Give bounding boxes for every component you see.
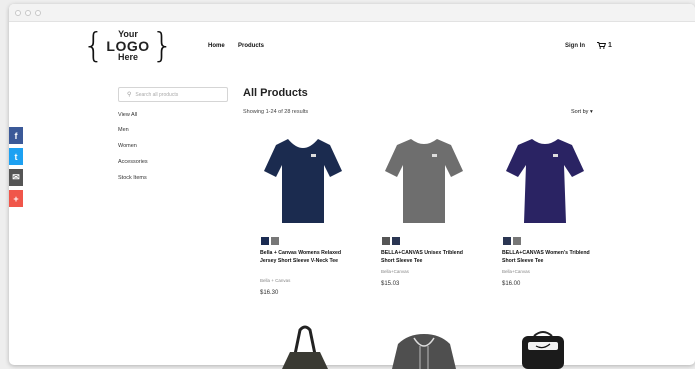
sort-by-dropdown[interactable]: Sort by ▾	[571, 109, 593, 115]
logo-left-brace: {	[82, 26, 105, 66]
color-swatch[interactable]	[271, 237, 279, 245]
cart-count: 1	[608, 42, 612, 49]
product-3-brand: Bella+Canvas	[502, 269, 530, 274]
site-logo[interactable]: { Your LOGO Here }	[83, 27, 174, 65]
product-image-backpack[interactable]	[512, 328, 574, 369]
sort-by-label: Sort by	[571, 109, 589, 115]
product-1-price: $16.30	[260, 290, 279, 296]
product-2-name[interactable]: BELLA+CANVAS Unisex Triblend Short Sleev…	[381, 249, 469, 265]
nav-home-link[interactable]: Home	[208, 43, 225, 49]
sidebar-item-men[interactable]: Men	[118, 127, 129, 133]
sidebar-item-view-all[interactable]: View All	[118, 112, 137, 118]
product-2-brand: Bella+Canvas	[381, 269, 409, 274]
product-1-brand: Bella + Canvas	[260, 278, 291, 283]
more-share-button[interactable]: +	[9, 190, 23, 207]
color-swatch[interactable]	[503, 237, 511, 245]
email-share-button[interactable]: ✉	[9, 169, 23, 186]
product-2-price: $15.03	[381, 281, 400, 287]
product-1-name[interactable]: Bella + Canvas Womens Relaxed Jersey Sho…	[260, 249, 348, 265]
chevron-down-icon: ▾	[589, 109, 593, 115]
color-swatch[interactable]	[392, 237, 400, 245]
product-image-tote-bag[interactable]	[270, 324, 340, 369]
color-swatch[interactable]	[382, 237, 390, 245]
cart-button[interactable]: 1	[597, 42, 612, 49]
product-2-swatches	[382, 237, 400, 245]
twitter-share-button[interactable]: t	[9, 148, 23, 165]
facebook-icon: f	[14, 130, 18, 141]
page-title: All Products	[243, 87, 308, 99]
product-image-2[interactable]	[383, 135, 465, 225]
color-swatch[interactable]	[261, 237, 269, 245]
sidebar-item-accessories[interactable]: Accessories	[118, 159, 148, 165]
sign-in-link[interactable]: Sign In	[565, 43, 585, 49]
product-image-hoodie[interactable]	[388, 330, 460, 369]
window-minimize-dot[interactable]	[25, 9, 31, 16]
sidebar-item-stock-items[interactable]: Stock Items	[118, 175, 147, 181]
cart-icon	[597, 42, 606, 49]
logo-line-2: LOGO	[106, 38, 150, 54]
logo-line-3: Here	[118, 52, 139, 62]
product-1-swatches	[261, 237, 279, 245]
results-count: Showing 1-24 of 28 results	[243, 109, 309, 115]
plus-icon: +	[13, 193, 19, 204]
search-icon: ⚲	[127, 92, 132, 98]
product-3-name[interactable]: BELLA+CANVAS Women's Triblend Short Slee…	[502, 249, 590, 265]
twitter-icon: t	[14, 151, 18, 162]
product-image-1[interactable]	[262, 135, 344, 225]
product-3-price: $16.00	[502, 281, 521, 287]
facebook-share-button[interactable]: f	[9, 127, 23, 144]
logo-right-brace: }	[151, 26, 174, 66]
nav-products-link[interactable]: Products	[238, 43, 264, 49]
color-swatch[interactable]	[513, 237, 521, 245]
product-image-3[interactable]	[504, 135, 586, 225]
product-3-swatches	[503, 237, 521, 245]
search-placeholder: Search all products	[135, 91, 179, 98]
sidebar-item-women[interactable]: Women	[118, 143, 137, 149]
window-close-dot[interactable]	[15, 9, 21, 16]
email-icon: ✉	[12, 172, 20, 182]
search-input[interactable]: ⚲ Search all products	[118, 87, 228, 102]
window-titlebar	[9, 4, 695, 22]
window-maximize-dot[interactable]	[35, 9, 41, 16]
